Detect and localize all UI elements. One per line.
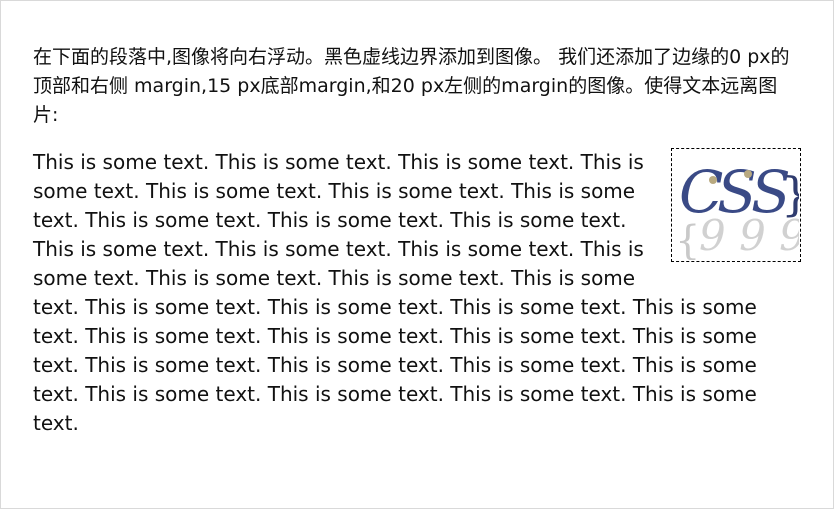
page: { "intro": "在下面的段落中,图像将向右浮动。黑色虚线边界添加到图像。…	[0, 0, 834, 509]
intro-paragraph: 在下面的段落中,图像将向右浮动。黑色虚线边界添加到图像。 我们还添加了边缘的0 …	[33, 46, 790, 126]
logo-dot	[709, 176, 717, 184]
logo-dot	[744, 170, 752, 178]
body-paragraph: This is some text. This is some text. Th…	[33, 150, 757, 435]
css-logo-image: C S S } { 9 9 9	[671, 148, 801, 262]
content-area: 在下面的段落中,图像将向右浮动。黑色虚线边界添加到图像。 我们还添加了边缘的0 …	[33, 35, 801, 438]
css-logo-graphic: C S S } { 9 9 9	[675, 158, 799, 260]
logo-open-brace-reflection: {	[675, 218, 700, 260]
text-with-floated-image: C S S } { 9 9 9 This is some text. This …	[33, 148, 801, 438]
logo-reflection: 9 9 9	[699, 211, 799, 260]
